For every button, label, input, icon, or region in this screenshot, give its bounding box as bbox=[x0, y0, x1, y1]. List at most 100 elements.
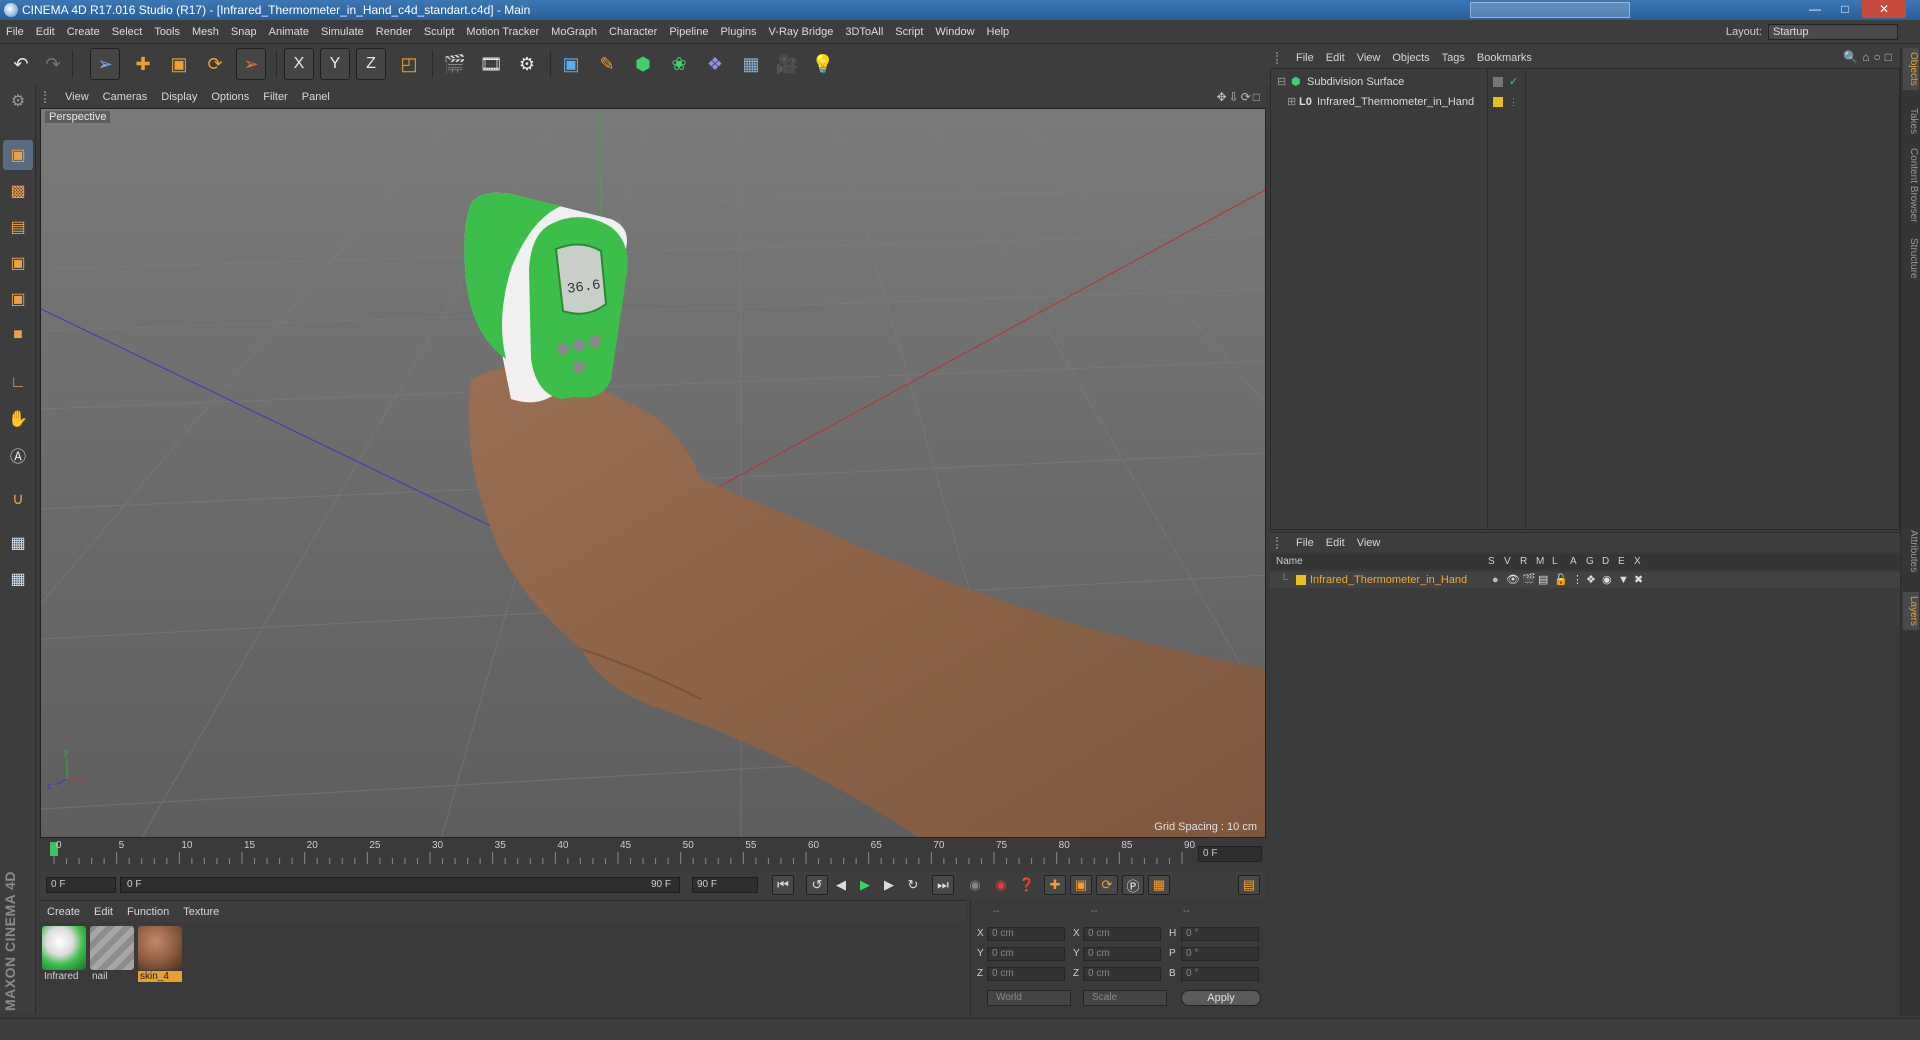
column-locked[interactable]: L bbox=[1552, 556, 1558, 567]
tab-structure[interactable]: Structure bbox=[1903, 234, 1919, 283]
go-to-end-icon[interactable]: ⏭ bbox=[932, 875, 954, 895]
menu-vray-bridge[interactable]: V-Ray Bridge bbox=[763, 20, 840, 44]
undo-icon[interactable]: ↶ bbox=[6, 48, 36, 80]
point-level-animation-icon[interactable]: ▦ bbox=[1148, 875, 1170, 895]
menu-motion-tracker[interactable]: Motion Tracker bbox=[460, 20, 545, 44]
viewport-menu-panel[interactable]: Panel bbox=[295, 86, 337, 108]
layout-dropdown[interactable]: Startup bbox=[1768, 24, 1898, 40]
next-keyframe-icon[interactable]: ↻ bbox=[902, 875, 924, 895]
points-mode-icon[interactable]: ▣ bbox=[3, 248, 33, 278]
position-z-field[interactable]: 0 cm bbox=[987, 967, 1065, 981]
expand-toggle-icon[interactable]: ⊞ bbox=[1287, 93, 1296, 111]
render-settings-icon[interactable]: ⚙ bbox=[512, 48, 542, 80]
position-key-icon[interactable]: ✚ bbox=[1044, 875, 1066, 895]
render-view-icon[interactable]: 🎬 bbox=[440, 48, 470, 80]
tab-content-browser[interactable]: Content Browser bbox=[1903, 144, 1919, 226]
manager-toggle-icon[interactable]: ▤ bbox=[1538, 572, 1548, 588]
autokeying-icon[interactable]: ◉ bbox=[990, 875, 1012, 895]
deformers-toggle-icon[interactable]: ◉ bbox=[1602, 572, 1612, 588]
object-menu-file[interactable]: File bbox=[1290, 48, 1320, 68]
menu-tools[interactable]: Tools bbox=[148, 20, 186, 44]
model-mode-icon[interactable]: ▣ bbox=[3, 140, 33, 170]
menu-window[interactable]: Window bbox=[929, 20, 980, 44]
material-skin-4[interactable]: skin_4 bbox=[138, 926, 182, 988]
column-animation[interactable]: A bbox=[1570, 556, 1577, 567]
layer-menu-edit[interactable]: Edit bbox=[1320, 533, 1351, 553]
menu-pipeline[interactable]: Pipeline bbox=[663, 20, 714, 44]
object-menu-tags[interactable]: Tags bbox=[1436, 48, 1471, 68]
menu-simulate[interactable]: Simulate bbox=[315, 20, 370, 44]
move-icon[interactable]: ✚ bbox=[128, 48, 158, 80]
visibility-dots-icon[interactable]: ⋮ bbox=[1509, 93, 1518, 111]
layer-color-swatch[interactable] bbox=[1296, 575, 1306, 585]
pen-spline-icon[interactable]: ✎ bbox=[592, 48, 622, 80]
cloner-icon[interactable]: ❀ bbox=[664, 48, 694, 80]
menu-script[interactable]: Script bbox=[889, 20, 929, 44]
menu-help[interactable]: Help bbox=[981, 20, 1016, 44]
viewport-menu-filter[interactable]: Filter bbox=[256, 86, 294, 108]
material-menu-texture[interactable]: Texture bbox=[176, 901, 226, 923]
menu-select[interactable]: Select bbox=[106, 20, 149, 44]
apply-button[interactable]: Apply bbox=[1181, 990, 1261, 1006]
rotate-icon[interactable]: ⟳ bbox=[200, 48, 230, 80]
material-menu-edit[interactable]: Edit bbox=[87, 901, 120, 923]
layer-row[interactable]: └ Infrared_Thermometer_in_Hand ● 👁 🎬 ▤ 🔓… bbox=[1270, 572, 1900, 588]
snap-icon[interactable]: Ⓐ bbox=[3, 440, 33, 470]
column-render[interactable]: R bbox=[1520, 556, 1527, 567]
size-x-field[interactable]: 0 cm bbox=[1083, 927, 1161, 941]
magnet-icon[interactable]: ∪ bbox=[3, 484, 33, 514]
end-frame-field[interactable]: 90 F bbox=[692, 877, 758, 893]
subdivision-surface-icon[interactable]: ⬢ bbox=[628, 48, 658, 80]
column-view[interactable]: V bbox=[1504, 556, 1511, 567]
grip-handle-icon[interactable] bbox=[1276, 52, 1286, 64]
enabled-checkmark-icon[interactable]: ✓ bbox=[1509, 73, 1518, 91]
close-button[interactable]: ✕ bbox=[1862, 0, 1906, 18]
menu-snap[interactable]: Snap bbox=[225, 20, 263, 44]
rotation-p-field[interactable]: 0 ° bbox=[1181, 947, 1259, 961]
grip-handle-icon[interactable] bbox=[1276, 537, 1286, 549]
layer-menu-file[interactable]: File bbox=[1290, 533, 1320, 553]
viewport-menu-cameras[interactable]: Cameras bbox=[96, 86, 155, 108]
position-y-field[interactable]: 0 cm bbox=[987, 947, 1065, 961]
generators-toggle-icon[interactable]: ❖ bbox=[1586, 572, 1596, 588]
size-mode-dropdown[interactable]: Scale bbox=[1083, 990, 1167, 1006]
x-axis-lock-button[interactable]: X bbox=[284, 48, 314, 80]
z-axis-lock-button[interactable]: Z bbox=[356, 48, 386, 80]
coordinate-system-icon[interactable]: ◰ bbox=[394, 48, 424, 80]
lock-toggle-icon[interactable]: 🔓 bbox=[1554, 572, 1568, 588]
locked-workplane-icon[interactable]: ▦ bbox=[3, 564, 33, 594]
layer-swatch-icon[interactable] bbox=[1493, 77, 1503, 87]
expressions-toggle-icon[interactable]: ▼ bbox=[1618, 572, 1629, 588]
perspective-viewport[interactable]: 36.6 y x z Perspective Grid Spacing : 10… bbox=[40, 108, 1266, 838]
object-row-infrared-thermometer[interactable]: ⊞ L0 Infrared_Thermometer_in_Hand ⋮ bbox=[1271, 93, 1899, 111]
menu-plugins[interactable]: Plugins bbox=[714, 20, 762, 44]
material-nail[interactable]: nail bbox=[90, 926, 134, 988]
polygons-mode-icon[interactable]: ■ bbox=[3, 320, 33, 350]
cube-primitive-icon[interactable]: ▣ bbox=[556, 48, 586, 80]
menu-mograph[interactable]: MoGraph bbox=[545, 20, 603, 44]
recent-tool-icon[interactable]: ➢ bbox=[236, 48, 266, 80]
start-frame-field[interactable]: 0 F bbox=[46, 877, 116, 893]
scale-key-icon[interactable]: ▣ bbox=[1070, 875, 1092, 895]
grip-handle-icon[interactable] bbox=[44, 91, 54, 103]
view-toggle-icon[interactable]: 👁 bbox=[1506, 572, 1520, 588]
column-expressions[interactable]: E bbox=[1618, 556, 1625, 567]
keyframe-selection-icon[interactable]: ❓ bbox=[1016, 875, 1038, 895]
previous-frame-icon[interactable]: ◀ bbox=[830, 875, 852, 895]
rotation-key-icon[interactable]: ⟳ bbox=[1096, 875, 1118, 895]
edges-mode-icon[interactable]: ▣ bbox=[3, 284, 33, 314]
object-menu-bookmarks[interactable]: Bookmarks bbox=[1471, 48, 1538, 68]
workplane-icon[interactable]: ▦ bbox=[3, 528, 33, 558]
viewport-menu-display[interactable]: Display bbox=[154, 86, 204, 108]
menu-3dtoall[interactable]: 3DToAll bbox=[839, 20, 889, 44]
menu-render[interactable]: Render bbox=[370, 20, 418, 44]
redo-icon[interactable]: ↷ bbox=[38, 48, 68, 80]
title-search-box[interactable] bbox=[1470, 2, 1630, 18]
column-solo[interactable]: S bbox=[1488, 556, 1495, 567]
render-toggle-icon[interactable]: 🎬 bbox=[1522, 572, 1536, 588]
next-frame-icon[interactable]: ▶ bbox=[878, 875, 900, 895]
rotation-b-field[interactable]: 0 ° bbox=[1181, 967, 1259, 981]
texture-mode-icon[interactable]: ▩ bbox=[3, 176, 33, 206]
rotation-h-field[interactable]: 0 ° bbox=[1181, 927, 1259, 941]
column-xref[interactable]: X bbox=[1634, 556, 1641, 567]
